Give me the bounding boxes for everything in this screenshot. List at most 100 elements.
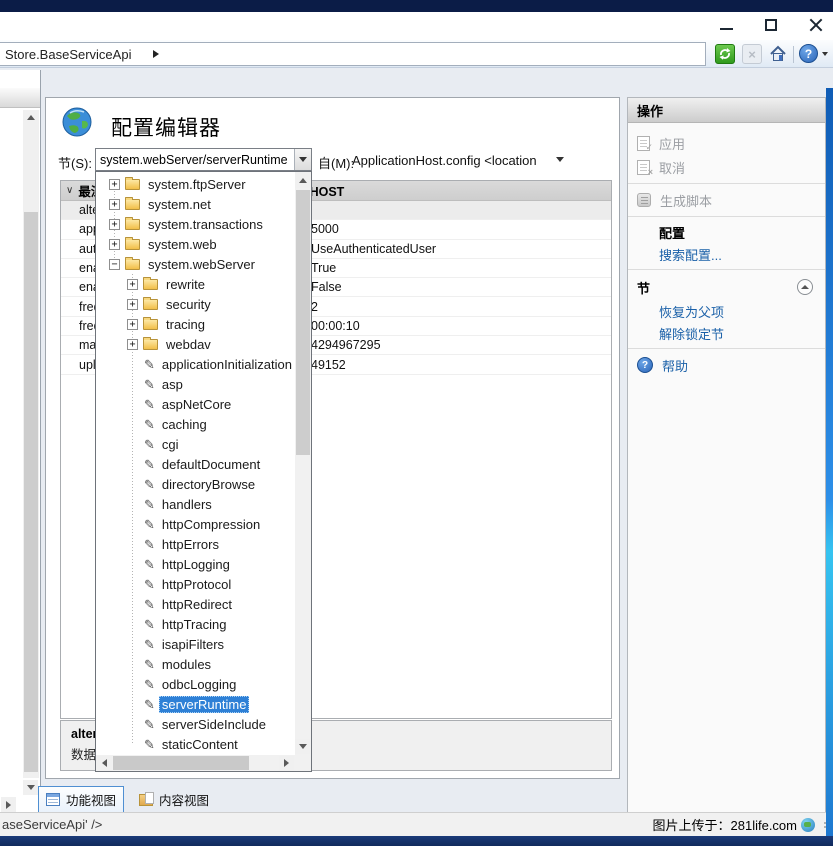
breadcrumb-bar[interactable]: Store.BaseServiceApi [0,42,706,66]
tree-item-aspNetCore[interactable]: ✎aspNetCore [97,394,294,414]
help-link[interactable]: ? 帮助 [628,353,825,377]
tree-item-staticContent[interactable]: ✎staticContent [97,734,294,754]
tree-item-label[interactable]: serverSideInclude [159,716,269,733]
refresh-button[interactable] [715,44,735,64]
tree-item-handlers[interactable]: ✎handlers [97,494,294,514]
help-toolbar-button[interactable]: ? [799,44,818,63]
maximize-button[interactable] [765,19,777,31]
property-value[interactable]: True [311,261,611,275]
dropdown-horizontal-scrollbar[interactable] [96,755,295,771]
tree-item-label[interactable]: system.transactions [145,216,266,233]
tree-item-caching[interactable]: ✎caching [97,414,294,434]
tree-item-label[interactable]: caching [159,416,210,433]
tab-content-view[interactable]: 内容视图 [132,786,216,813]
tree-item-label[interactable]: system.net [145,196,214,213]
tree-item-directoryBrowse[interactable]: ✎directoryBrowse [97,474,294,494]
minimize-button[interactable] [720,28,733,30]
tree-item-modules[interactable]: ✎modules [97,654,294,674]
expand-expander-icon[interactable]: + [109,179,120,190]
tree-item-httpTracing[interactable]: ✎httpTracing [97,614,294,634]
connections-scrollbar-thumb[interactable] [24,212,38,772]
tree-item-label[interactable]: system.webServer [145,256,258,273]
tree-item-label[interactable]: httpErrors [159,536,222,553]
tree-item-webdav[interactable]: + webdav [97,334,294,354]
collapse-chevron-icon[interactable]: ∨ [66,185,73,196]
tree-item-system.ftpServer[interactable]: + system.ftpServer [97,174,294,194]
tree-item-httpRedirect[interactable]: ✎httpRedirect [97,594,294,614]
tree-item-label[interactable]: modules [159,656,214,673]
breadcrumb-arrow-icon[interactable] [153,50,159,58]
tree-item-label[interactable]: defaultDocument [159,456,263,473]
section-combobox-dropdown-button[interactable] [294,149,311,170]
tree-item-label[interactable]: httpLogging [159,556,233,573]
from-dropdown-caret-icon[interactable] [556,157,564,162]
tree-item-odbcLogging[interactable]: ✎odbcLogging [97,674,294,694]
property-value[interactable]: 2 [311,300,611,314]
expand-expander-icon[interactable]: + [109,219,120,230]
tree-item-label[interactable]: applicationInitialization [159,356,294,373]
unlock-section-link[interactable]: 解除锁定节 [628,322,825,344]
expand-expander-icon[interactable]: + [109,239,120,250]
dropdown-scroll-left-button[interactable] [97,756,112,771]
tree-item-httpErrors[interactable]: ✎httpErrors [97,534,294,554]
tree-item-label[interactable]: webdav [163,336,214,353]
property-value[interactable]: 4294967295 [311,338,611,352]
tree-item-label[interactable]: system.web [145,236,220,253]
revert-to-parent-link[interactable]: 恢复为父项 [628,300,825,322]
property-value[interactable]: False [311,280,611,294]
section-tree[interactable]: +system.ftpServer+system.net+system.tran… [97,174,294,754]
tree-item-label[interactable]: security [163,296,214,313]
collapse-expander-icon[interactable]: − [109,259,120,270]
tab-features-view[interactable]: 功能视图 [38,786,124,813]
dropdown-scroll-right-button[interactable] [279,756,294,771]
property-value[interactable]: 00:00:10 [311,319,611,333]
connections-scroll-down-button[interactable] [23,780,38,795]
tree-item-label[interactable]: serverRuntime [159,696,250,713]
tree-item-label[interactable]: staticContent [159,736,241,753]
tree-item-rewrite[interactable]: +rewrite [97,274,294,294]
tree-item-isapiFilters[interactable]: ✎isapiFilters [97,634,294,654]
tree-item-label[interactable]: aspNetCore [159,396,234,413]
tree-item-security[interactable]: + security [97,294,294,314]
tree-item-label[interactable]: cgi [159,436,182,453]
connections-scroll-up-button[interactable] [23,110,38,125]
tree-item-serverSideInclude[interactable]: ✎serverSideInclude [97,714,294,734]
property-value[interactable]: 5000 [311,222,611,236]
tree-item-label[interactable]: httpCompression [159,516,263,533]
collapse-section-button[interactable] [797,279,813,295]
tree-item-label[interactable]: isapiFilters [159,636,227,653]
expand-expander-icon[interactable]: + [127,319,138,330]
tree-item-label[interactable]: httpTracing [159,616,230,633]
tree-item-httpLogging[interactable]: ✎httpLogging [97,554,294,574]
dropdown-hscroll-thumb[interactable] [113,756,249,770]
close-button[interactable] [809,18,823,32]
tree-item-system.transactions[interactable]: + system.transactions [97,214,294,234]
tree-item-system.net[interactable]: +system.net [97,194,294,214]
tree-item-label[interactable]: asp [159,376,186,393]
tree-item-serverRuntime[interactable]: ✎serverRuntime [97,694,294,714]
dropdown-vscroll-thumb[interactable] [296,190,310,455]
section-combobox[interactable]: system.webServer/serverRuntime [95,148,312,171]
tree-item-label[interactable]: system.ftpServer [145,176,249,193]
tree-item-label[interactable]: httpRedirect [159,596,235,613]
tree-item-asp[interactable]: ✎asp [97,374,294,394]
tree-item-system.web[interactable]: + system.web [97,234,294,254]
connections-scroll-right-button[interactable] [1,797,16,812]
from-value[interactable]: ApplicationHost.config <location [352,153,537,168]
tree-item-httpCompression[interactable]: ✎httpCompression [97,514,294,534]
dropdown-scroll-up-button[interactable] [295,173,310,188]
tree-item-defaultDocument[interactable]: ✎defaultDocument [97,454,294,474]
tree-item-label[interactable]: directoryBrowse [159,476,258,493]
expand-expander-icon[interactable]: + [127,339,138,350]
search-configuration-link[interactable]: 搜索配置... [628,243,825,265]
tree-item-tracing[interactable]: + tracing [97,314,294,334]
tree-item-label[interactable]: tracing [163,316,208,333]
tree-item-cgi[interactable]: ✎cgi [97,434,294,454]
tree-item-httpProtocol[interactable]: ✎httpProtocol [97,574,294,594]
property-value[interactable]: UseAuthenticatedUser [311,242,611,256]
property-value[interactable]: 49152 [311,358,611,372]
home-button[interactable] [768,44,788,64]
tree-item-system.webServer[interactable]: − system.webServer [97,254,294,274]
expand-expander-icon[interactable]: + [127,299,138,310]
dropdown-scroll-down-button[interactable] [295,739,310,754]
